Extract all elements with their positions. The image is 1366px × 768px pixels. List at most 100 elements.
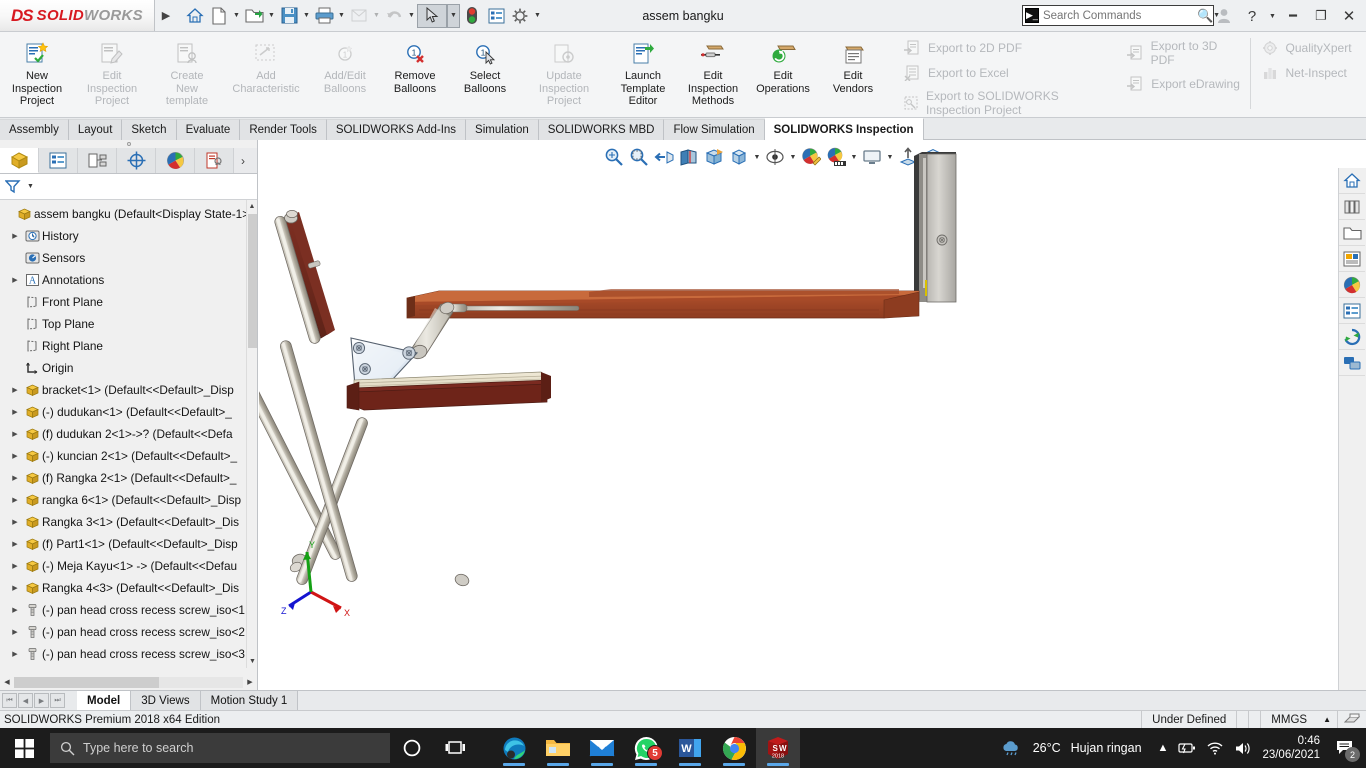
tree-expand-arrow-icon[interactable]: ▶	[8, 452, 22, 460]
display-manager-tab[interactable]	[156, 148, 195, 173]
tray-overflow-chevron-icon[interactable]: ▲	[1158, 742, 1169, 754]
sw-share-icon[interactable]	[1339, 350, 1365, 376]
tree-hscroll-right-icon[interactable]: ▶	[243, 678, 257, 686]
tree-item-18[interactable]: ▶ (-) pan head cross recess screw_iso<1	[0, 599, 257, 621]
restore-button[interactable]: ❐	[1308, 3, 1334, 29]
tree-expand-arrow-icon[interactable]: ▶	[8, 650, 22, 658]
tree-item-5[interactable]: Top Plane	[0, 313, 257, 335]
tree-item-1[interactable]: ▶ History	[0, 225, 257, 247]
new-inspection-project-button[interactable]: New Inspection Project	[2, 36, 72, 108]
tab-render-tools[interactable]: Render Tools	[240, 119, 327, 140]
add-characteristic-button[interactable]: Add Characteristic	[231, 36, 301, 95]
edit-vendors-button[interactable]: Edit Vendors	[818, 36, 888, 95]
tree-expand-arrow-icon[interactable]: ▶	[8, 628, 22, 636]
microsoft-word-icon[interactable]: W	[668, 728, 712, 768]
new-document-icon[interactable]	[207, 4, 231, 28]
notification-center-button[interactable]: 2	[1330, 728, 1360, 768]
file-explorer-icon[interactable]	[1339, 220, 1365, 246]
tree-scroll-up-icon[interactable]: ▲	[247, 200, 257, 213]
filter-caret-icon[interactable]: ▼	[25, 183, 36, 190]
select-balloons-button[interactable]: 1 Select Balloons	[450, 36, 520, 95]
tab-layout[interactable]: Layout	[68, 119, 123, 140]
graphics-viewport[interactable]: ◀ ▶ ━ ❐ ✕ ▼	[259, 140, 1366, 690]
taskbar-search-box[interactable]: Type here to search	[50, 733, 390, 763]
feature-manager-tab[interactable]	[0, 148, 39, 173]
whatsapp-icon[interactable]: 5	[624, 728, 668, 768]
tab-sketch[interactable]: Sketch	[122, 119, 177, 140]
tree-expand-arrow-icon[interactable]: ▶	[8, 474, 22, 482]
save-icon[interactable]	[277, 4, 301, 28]
tree-expand-arrow-icon[interactable]: ▶	[8, 606, 22, 614]
update-inspection-project-button[interactable]: Update Inspection Project	[529, 36, 599, 108]
tree-item-10[interactable]: ▶ (f) dudukan 2<1>->? (Default<<Defa	[0, 423, 257, 445]
select-cursor-icon[interactable]	[417, 3, 447, 28]
print-icon[interactable]	[312, 4, 336, 28]
tree-item-15[interactable]: ▶ (f) Part1<1> (Default<<Default>_Disp	[0, 533, 257, 555]
tab-simulation[interactable]: Simulation	[466, 119, 539, 140]
search-input[interactable]	[1042, 9, 1197, 22]
settings-caret-icon[interactable]: ▼	[532, 12, 543, 19]
tab-model[interactable]: Model	[77, 691, 132, 710]
tree-item-19[interactable]: ▶ (-) pan head cross recess screw_iso<2	[0, 621, 257, 643]
add-edit-balloons-button[interactable]: 1 Add/Edit Balloons	[310, 36, 380, 95]
tree-item-14[interactable]: ▶ Rangka 3<1> (Default<<Default>_Dis	[0, 511, 257, 533]
configuration-manager-tab[interactable]	[78, 148, 117, 173]
settings-gear-icon[interactable]	[508, 4, 532, 28]
tab-evaluate[interactable]: Evaluate	[176, 119, 241, 140]
mail-icon[interactable]	[580, 728, 624, 768]
tree-item-9[interactable]: ▶ (-) dudukan<1> (Default<<Default>_	[0, 401, 257, 423]
export-2d-pdf-item[interactable]: Export to 2D PDF	[903, 39, 1112, 56]
custom-properties-icon[interactable]	[1339, 298, 1365, 324]
start-button[interactable]	[0, 728, 48, 768]
print-preview-caret-icon[interactable]: ▼	[371, 12, 382, 19]
export-sw-inspection-item[interactable]: Export to SOLIDWORKS Inspection Project	[903, 89, 1112, 117]
tree-expand-arrow-icon[interactable]: ▶	[8, 386, 22, 394]
manager-tabs-overflow-icon[interactable]: ›	[234, 148, 252, 173]
overlay-settings-icon[interactable]	[1337, 710, 1366, 729]
task-view-icon[interactable]	[434, 728, 478, 768]
tree-item-3[interactable]: ▶ A Annotations	[0, 269, 257, 291]
tree-hscroll-track[interactable]	[14, 676, 243, 688]
tree-expand-arrow-icon[interactable]: ▶	[8, 232, 22, 240]
next-tab-button[interactable]: ▶	[34, 693, 49, 708]
rebuild-icon[interactable]	[460, 4, 484, 28]
view-palette-icon[interactable]	[1339, 246, 1365, 272]
tab-motion-study-1[interactable]: Motion Study 1	[200, 691, 299, 710]
tree-item-16[interactable]: ▶ (-) Meja Kayu<1> -> (Default<<Defau	[0, 555, 257, 577]
tree-item-11[interactable]: ▶ (-) kuncian 2<1> (Default<<Default>_	[0, 445, 257, 467]
select-caret-icon[interactable]: ▼	[447, 3, 460, 28]
tree-item-0[interactable]: assem bangku (Default<Display State-1>)	[0, 203, 257, 225]
tree-expand-arrow-icon[interactable]: ▶	[8, 584, 22, 592]
export-excel-item[interactable]: Export to Excel	[903, 64, 1112, 81]
tree-hscroll-left-icon[interactable]: ◀	[0, 678, 14, 686]
tree-expand-arrow-icon[interactable]: ▶	[8, 518, 22, 526]
tree-item-12[interactable]: ▶ (f) Rangka 2<1> (Default<<Default>_	[0, 467, 257, 489]
open-caret-icon[interactable]: ▼	[266, 12, 277, 19]
tab-solidworks-add-ins[interactable]: SOLIDWORKS Add-Ins	[326, 119, 467, 140]
first-tab-button[interactable]: ⏮	[2, 693, 17, 708]
pane-collapse-grip[interactable]	[0, 140, 257, 148]
create-new-template-button[interactable]: Create New template	[152, 36, 222, 108]
property-manager-tab[interactable]	[39, 148, 78, 173]
feature-tree-horizontal-scrollbar[interactable]: ◀ ▶	[0, 674, 257, 690]
tree-scroll-thumb[interactable]	[248, 214, 257, 348]
solidworks-2018-icon[interactable]: S W 2018	[756, 728, 800, 768]
minimize-button[interactable]: ━	[1280, 3, 1306, 29]
help-icon[interactable]: ?	[1239, 3, 1265, 29]
undo-caret-icon[interactable]: ▼	[406, 12, 417, 19]
menu-expand-arrow-icon[interactable]: ▶	[155, 9, 177, 22]
tree-item-6[interactable]: Right Plane	[0, 335, 257, 357]
print-preview-icon[interactable]	[347, 4, 371, 28]
save-caret-icon[interactable]: ▼	[301, 12, 312, 19]
home-icon[interactable]	[183, 4, 207, 28]
tab-flow-simulation[interactable]: Flow Simulation	[664, 119, 765, 140]
tree-item-20[interactable]: ▶ (-) pan head cross recess screw_iso<3	[0, 643, 257, 665]
google-chrome-icon[interactable]	[712, 728, 756, 768]
tree-item-8[interactable]: ▶ bracket<1> (Default<<Default>_Disp	[0, 379, 257, 401]
tree-scroll-down-icon[interactable]: ▼	[247, 655, 258, 668]
qualityxpert-item[interactable]: QualityXpert	[1261, 39, 1360, 56]
file-explorer-icon[interactable]	[536, 728, 580, 768]
tree-item-4[interactable]: Front Plane	[0, 291, 257, 313]
tab-3d-views[interactable]: 3D Views	[131, 691, 201, 710]
export-edrawing-item[interactable]: Export eDrawing	[1126, 75, 1242, 92]
